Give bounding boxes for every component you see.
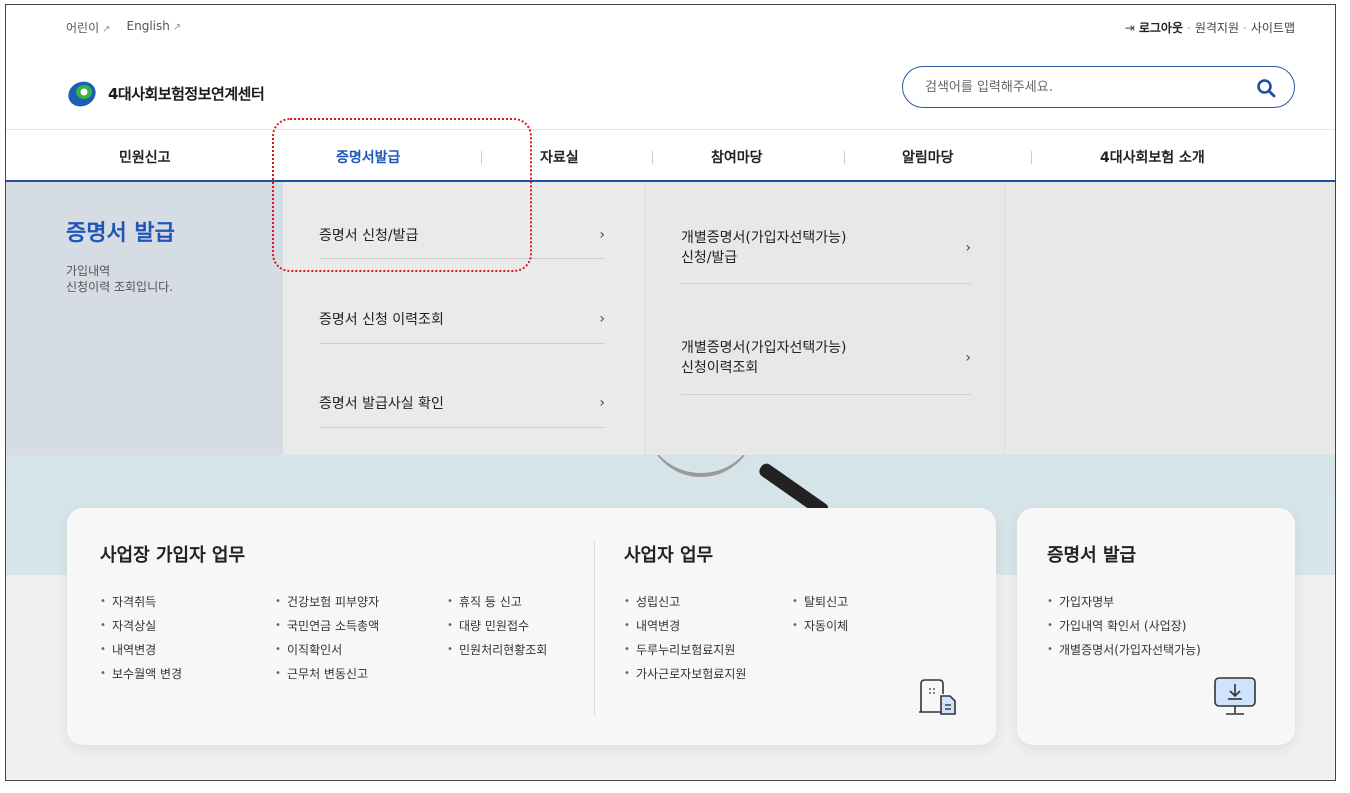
certificate-list: 가입자명부 가입내역 확인서 (사업장) 개별증명서(가입자선택가능) [1047,590,1201,662]
workplace-list-c: 휴직 등 신고 대량 민원접수 민원처리현황조회 [447,590,547,662]
search-icon[interactable] [1256,78,1276,98]
search-box [902,66,1295,108]
menu-individual-cert-history-label: 개별증명서(가입자선택가능) 신청이력조회 [681,340,847,376]
chevron-right-icon: › [599,310,605,327]
chevron-right-icon: › [599,227,605,243]
search-input[interactable] [925,76,1245,98]
utility-bar: 어린이 ↗ English ↗ ⇥ 로그아웃 · 원격지원 · 사이트맵 [6,5,1335,55]
logo-text: 4대사회보험정보연계센터 [108,84,265,103]
list-item[interactable]: 민원처리현황조회 [447,638,547,662]
certificate-card: 증명서 발급 가입자명부 가입내역 확인서 (사업장) 개별증명서(가입자선택가… [1017,508,1295,745]
separator-dot: · [1187,20,1191,35]
mega-menu-desc: 가입내역 신청이력 조회입니다. [66,264,173,294]
site-logo[interactable]: 4대사회보험정보연계센터 [66,77,265,109]
list-item[interactable]: 성립신고 [624,590,746,614]
highlight-box [272,118,532,272]
menu-cert-verify-label: 증명서 발급사실 확인 [319,395,444,412]
nav-divider [844,151,845,164]
utility-left: 어린이 ↗ English ↗ [66,19,181,36]
menu-individual-cert-history[interactable]: 개별증명서(가입자선택가능) 신청이력조회 › [681,322,971,395]
mega-menu-column-3 [1004,182,1335,455]
card-divider [594,541,595,716]
list-item[interactable]: 가입자명부 [1047,590,1201,614]
mega-menu-column-2: 개별증명서(가입자선택가능) 신청/발급 › 개별증명서(가입자선택가능) 신청… [644,182,1004,455]
list-item[interactable]: 두루누리보험료지원 [624,638,746,662]
external-link-icon: ↗ [102,24,111,35]
separator-dot: · [1243,20,1247,35]
list-item[interactable]: 자동이체 [792,614,848,638]
list-item[interactable]: 근무처 변동신고 [275,662,379,686]
kids-link[interactable]: 어린이 ↗ [66,19,111,36]
nav-divider [1031,151,1032,164]
sitemap-link[interactable]: 사이트맵 [1251,19,1295,36]
nav-divider [652,151,653,164]
logout-link[interactable]: 로그아웃 [1139,19,1183,36]
workplace-list-b: 건강보험 피부양자 국민연금 소득총액 이직확인서 근무처 변동신고 [275,590,379,686]
page-frame: 어린이 ↗ English ↗ ⇥ 로그아웃 · 원격지원 · 사이트맵 4대사회보… [5,4,1336,781]
kids-link-label: 어린이 [66,21,100,35]
logout-icon: ⇥ [1124,20,1135,35]
menu-individual-cert-apply[interactable]: 개별증명서(가입자선택가능) 신청/발급 › [681,212,971,284]
list-item[interactable]: 대량 민원접수 [447,614,547,638]
menu-cert-history[interactable]: 증명서 신청 이력조회 › [319,294,605,344]
list-item[interactable]: 가입내역 확인서 (사업장) [1047,614,1201,638]
nav-notice[interactable]: 알림마당 [902,147,954,167]
list-item[interactable]: 가사근로자보험료지원 [624,662,746,686]
nav-about[interactable]: 4대사회보험 소개 [1100,147,1205,167]
list-item[interactable]: 건강보험 피부양자 [275,590,379,614]
list-item[interactable]: 휴직 등 신고 [447,590,547,614]
list-item[interactable]: 탈퇴신고 [792,590,848,614]
mega-menu-intro: 증명서 발급 가입내역 신청이력 조회입니다. [6,182,283,455]
nav-participation[interactable]: 참여마당 [711,147,763,167]
computer-download-icon [1214,677,1256,715]
workplace-card-title: 사업장 가입자 업무 [100,545,246,566]
menu-cert-verify[interactable]: 증명서 발급사실 확인 › [319,378,605,428]
nav-civil-report[interactable]: 민원신고 [119,147,171,167]
list-item[interactable]: 내역변경 [100,638,182,662]
list-item[interactable]: 개별증명서(가입자선택가능) [1047,638,1201,662]
employer-list-a: 성립신고 내역변경 두루누리보험료지원 가사근로자보험료지원 [624,590,746,686]
list-item[interactable]: 자격상실 [100,614,182,638]
mega-menu-title: 증명서 발급 [66,221,175,246]
nav-archive[interactable]: 자료실 [540,147,579,167]
building-document-icon [919,679,956,715]
chevron-right-icon: › [965,350,971,366]
utility-right: ⇥ 로그아웃 · 원격지원 · 사이트맵 [1125,19,1295,36]
main-nav: 민원신고 증명서발급 자료실 참여마당 알림마당 4대사회보험 소개 [6,129,1335,182]
list-item[interactable]: 보수월액 변경 [100,662,182,686]
mega-menu: 증명서 발급 가입내역 신청이력 조회입니다. 증명서 신청/발급 › 증명서 … [6,182,1335,455]
certificate-card-title: 증명서 발급 [1047,545,1137,566]
list-item[interactable]: 국민연금 소득총액 [275,614,379,638]
remote-support-link[interactable]: 원격지원 [1195,19,1239,36]
english-link-label: English [126,19,170,33]
list-item[interactable]: 내역변경 [624,614,746,638]
chevron-right-icon: › [965,239,971,256]
external-link-icon: ↗ [172,22,182,33]
list-item[interactable]: 이직확인서 [275,638,379,662]
logo-icon [68,81,96,107]
workplace-card: 사업장 가입자 업무 자격취득 자격상실 내역변경 보수월액 변경 건강보험 피… [67,508,996,745]
menu-individual-cert-apply-label: 개별증명서(가입자선택가능) 신청/발급 [681,229,847,266]
employer-card-title: 사업자 업무 [624,545,714,566]
list-item[interactable]: 자격취득 [100,590,182,614]
english-link[interactable]: English ↗ [127,19,182,36]
workplace-list-a: 자격취득 자격상실 내역변경 보수월액 변경 [100,590,182,686]
chevron-right-icon: › [599,394,605,411]
menu-cert-history-label: 증명서 신청 이력조회 [319,311,444,328]
employer-list-b: 탈퇴신고 자동이체 [792,590,848,638]
